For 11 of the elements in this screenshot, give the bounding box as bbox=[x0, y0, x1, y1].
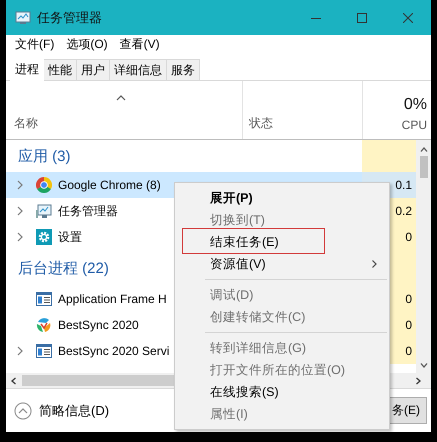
process-name: BestSync 2020 bbox=[58, 318, 139, 332]
process-name: BestSync 2020 Servi bbox=[58, 344, 170, 358]
details-label: 简略信息(D) bbox=[39, 402, 110, 420]
group-title: 应用 (3) bbox=[18, 146, 70, 166]
cpu-total: 0% bbox=[404, 96, 427, 114]
window-title: 任务管理器 bbox=[37, 8, 102, 26]
group-title: 后台进程 (22) bbox=[18, 258, 109, 278]
process-name: 任务管理器 bbox=[58, 202, 118, 220]
process-name: 设置 bbox=[58, 228, 82, 246]
process-name: Google Chrome (8) bbox=[58, 178, 161, 192]
process-name: Application Frame H bbox=[58, 292, 167, 306]
